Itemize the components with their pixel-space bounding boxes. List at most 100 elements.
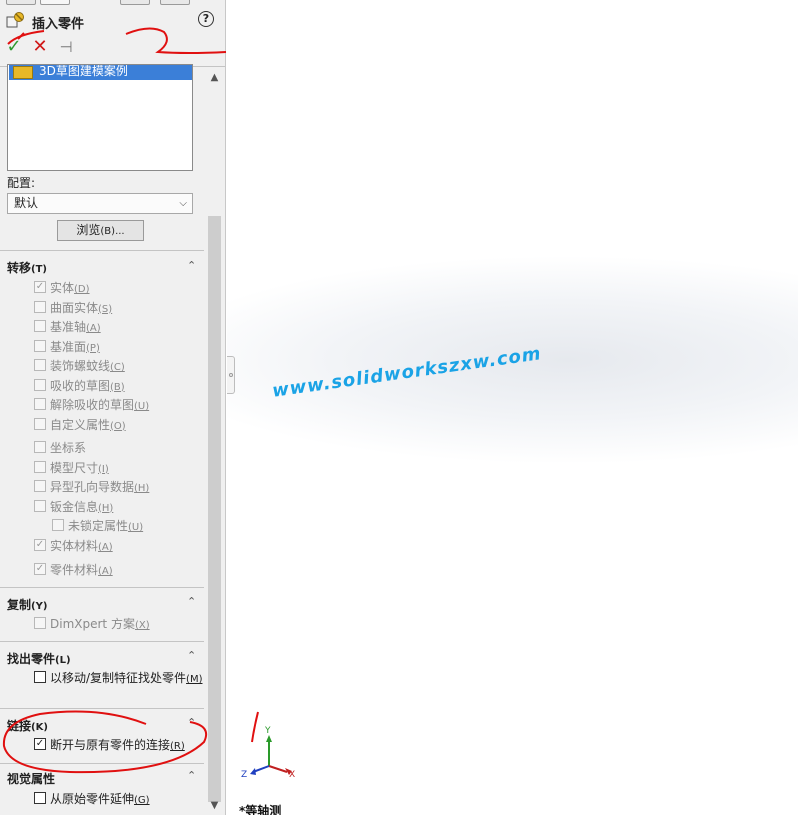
browse-label: 浏览: [76, 223, 101, 237]
checkbox-label: 装饰螺蚊线(C): [50, 359, 125, 373]
insert-part-icon: [6, 11, 26, 29]
action-bar: ✓ ✕ ⊣: [4, 37, 104, 59]
section-divider: [0, 250, 204, 251]
checkbox-label: 未锁定属性(U): [68, 519, 144, 533]
tab-property-manager[interactable]: [40, 0, 70, 5]
section-hotkey: (Y): [31, 601, 48, 612]
checkbox: [34, 417, 46, 430]
section-copy-title[interactable]: 复制(Y): [7, 596, 47, 613]
checkbox: [34, 460, 46, 473]
chevron-up-icon[interactable]: ⌃: [187, 595, 196, 608]
chevron-down-icon: ⌵: [179, 198, 187, 209]
panel-header: 插入零件 ?: [6, 10, 220, 32]
checkbox: [34, 300, 46, 313]
checkbox-label: 钣金信息(H): [50, 499, 114, 514]
section-divider: [0, 763, 204, 764]
checkbox-label: 实体(D): [50, 281, 90, 295]
section-divider: [0, 708, 204, 709]
section-hotkey: (T): [31, 264, 47, 275]
tab-feature-manager[interactable]: [6, 0, 36, 5]
checkbox-label: DimXpert 方案(X): [50, 617, 150, 631]
checkbox-label: 坐标系: [50, 441, 87, 455]
graphics-area[interactable]: www.solidworkszxw.com Y X Z *等轴测: [227, 0, 798, 815]
section-transfer-title[interactable]: 转移(T): [7, 259, 47, 276]
section-divider: [0, 587, 204, 588]
section-title-text: 视觉属性: [7, 772, 56, 786]
part-listbox[interactable]: 3D草图建模案例: [7, 64, 193, 171]
chevron-up-icon[interactable]: ⌃: [187, 649, 196, 662]
cancel-button[interactable]: ✕: [30, 37, 50, 57]
checkbox: [34, 480, 46, 492]
scroll-thumb[interactable]: [208, 216, 221, 802]
checkbox-checked: ✓: [34, 281, 46, 293]
section-hotkey: (L): [55, 655, 71, 666]
tab-dim-manager[interactable]: [160, 0, 190, 5]
pin-icon[interactable]: ⊣: [56, 37, 76, 57]
config-value: 默认: [14, 196, 39, 210]
scroll-down-icon[interactable]: ▼: [206, 800, 223, 814]
checkbox: [34, 359, 46, 371]
checkbox: [34, 441, 46, 453]
checkbox-label: 零件材料(A): [50, 563, 113, 577]
section-divider: [0, 641, 204, 642]
axis-y-label: Y: [265, 726, 271, 736]
section-visual-title[interactable]: 视觉属性: [7, 770, 55, 787]
section-find-title[interactable]: 找出零件(L): [7, 650, 71, 667]
checkbox: [34, 339, 46, 352]
panel-title: 插入零件: [32, 17, 85, 32]
chevron-up-icon[interactable]: ⌃: [187, 769, 196, 782]
chevron-up-icon[interactable]: ⌃: [187, 716, 196, 729]
checkbox: [34, 398, 46, 410]
checkbox-label: 异型孔向导数据(H): [50, 480, 150, 494]
scroll-up-icon[interactable]: ▲: [206, 72, 223, 86]
browse-hotkey: (B)...: [100, 226, 125, 237]
section-title-text: 找出零件: [7, 652, 56, 666]
checkbox-checked: ✓: [34, 539, 46, 551]
checkbox-label: 模型尺寸(I): [50, 460, 109, 475]
checkbox-label: 实体材料(A): [50, 539, 113, 553]
list-item-label: 3D草图建模案例: [39, 64, 128, 78]
tab-config-manager[interactable]: [120, 0, 150, 5]
checkbox-label: 吸收的草图(B): [50, 378, 125, 393]
manager-tabs: [0, 0, 225, 6]
chevron-up-icon[interactable]: ⌃: [187, 259, 196, 272]
config-label: 配置:: [7, 176, 36, 190]
checkbox: [34, 378, 46, 391]
part-icon: [13, 66, 33, 79]
axis-triad: Y X Z: [237, 726, 301, 784]
checkbox-checked: ✓: [34, 563, 46, 575]
checkbox-label: 自定义属性(O): [50, 417, 126, 432]
watermark-text: www.solidworkszxw.com: [270, 343, 543, 402]
axis-z-label: Z: [241, 770, 248, 780]
checkbox-checked[interactable]: ✓: [34, 738, 46, 750]
view-orientation-label: *等轴测: [239, 804, 282, 815]
checkbox-label: 解除吸收的草图(U): [50, 398, 150, 412]
section-link-title[interactable]: 链接(K): [7, 717, 48, 734]
handle-dot: [229, 373, 233, 377]
checkbox: [34, 320, 46, 332]
vertical-scrollbar[interactable]: ▲ ▼: [206, 68, 223, 815]
section-title-text: 复制: [7, 598, 32, 612]
checkbox: [52, 519, 64, 531]
section-title-text: 转移: [7, 261, 32, 275]
checkbox-label: 从原始零件延伸(G): [50, 792, 150, 806]
checkbox-label: 曲面实体(S): [50, 300, 113, 315]
property-manager: 插入零件 ? ✓ ✕ ⊣ 3D草图建模案例 配置: 默认 ⌵ 浏览(B)... …: [0, 0, 226, 815]
config-select[interactable]: 默认 ⌵: [7, 193, 193, 214]
checkbox[interactable]: [34, 671, 46, 683]
axis-x-label: X: [289, 770, 296, 780]
checkbox-label: 以移动/复制特征找处零件(M): [50, 671, 203, 685]
help-icon[interactable]: ?: [198, 11, 214, 27]
checkbox: [34, 617, 46, 629]
browse-button[interactable]: 浏览(B)...: [57, 220, 144, 241]
checkbox: [34, 499, 46, 512]
list-item[interactable]: 3D草图建模案例: [9, 65, 192, 80]
checkbox-label: 断开与原有零件的连接(R): [50, 738, 185, 752]
panel-collapse-handle[interactable]: [227, 356, 235, 394]
section-title-text: 链接: [7, 719, 32, 733]
checkbox-label: 基准轴(A): [50, 320, 101, 334]
checkbox-label: 基准面(P): [50, 339, 100, 354]
checkbox[interactable]: [34, 792, 46, 804]
section-hotkey: (K): [31, 722, 48, 733]
ok-button[interactable]: ✓: [4, 37, 24, 57]
